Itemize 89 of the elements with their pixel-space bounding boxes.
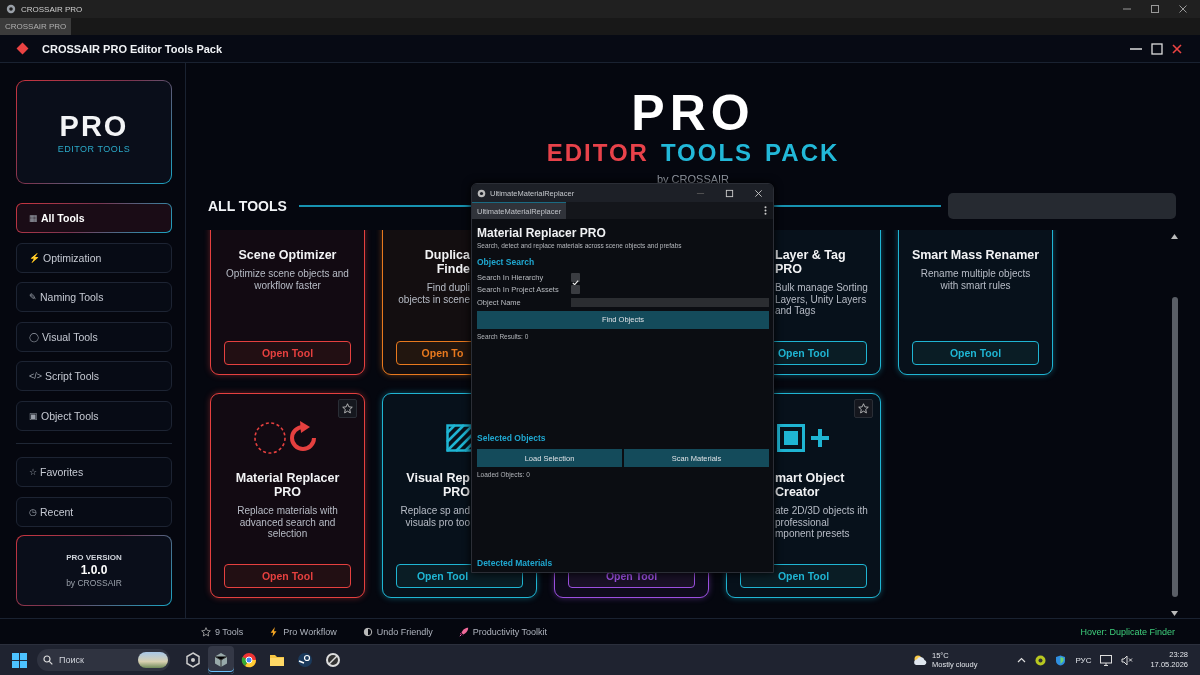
hover-status: Hover: Duplicate Finder [1080,626,1175,637]
favorite-button[interactable] [338,399,357,418]
open-tool-button[interactable]: Open Tool [224,341,351,365]
status-text: Pro Workflow [283,626,337,637]
checkbox[interactable] [571,285,580,295]
maximize-icon[interactable] [725,188,734,198]
app-icon [6,4,16,14]
tab[interactable]: CROSSAIR PRO [0,18,72,35]
close-icon[interactable] [1172,43,1182,54]
tool-description: Bulk manage Sorting Layers, Unity Layers and Tags [775,282,868,317]
cube-icon [213,652,229,668]
tool-title: Visual Rep PRO [405,471,470,499]
language-indicator[interactable]: РУС [1075,655,1092,665]
striped-square-icon [445,424,474,452]
scroll-up-icon[interactable] [1171,234,1178,239]
rocket-icon [458,626,469,637]
sidebar-item[interactable]: </> Script Tools [16,361,172,391]
tool-title: Duplica Finde [423,248,470,276]
status-text: Undo Friendly [376,626,433,637]
sidebar-item[interactable]: ⚡ Optimization [16,242,172,273]
sidebar-item[interactable]: ▣ Object Tools [16,400,172,431]
taskbar-app[interactable] [208,646,234,674]
tool-description: Replace sp and visuals pro too [399,505,470,528]
sidebar-item[interactable]: ▦ All Tools [16,203,172,233]
chevron-up-icon[interactable] [1017,657,1027,663]
input-field[interactable] [571,297,769,307]
sidebar-item[interactable]: ◷ Recent [16,496,172,527]
disc-icon [325,652,341,668]
folder-icon [269,652,285,668]
version-label: PRO VERSION [66,552,122,562]
hexagon-icon [185,652,201,668]
hero-subtitle-word: EDITOR [546,139,649,167]
favorite-button[interactable] [854,399,873,418]
star-icon [858,403,869,414]
muted-speaker-icon[interactable] [1121,654,1134,666]
app-icon [477,188,486,198]
star-icon [201,626,211,637]
open-tool-button[interactable]: Open Tool [912,341,1039,365]
steam-icon [297,652,313,668]
landscape-picture [138,652,168,668]
section-title: Object Search [477,257,536,267]
section-title: ALL TOOLS [208,198,287,214]
close-icon[interactable] [754,188,763,198]
browser-icon [241,652,257,668]
checkbox[interactable] [571,272,580,282]
scroll-down-icon[interactable] [1171,611,1178,616]
version-author: by CROSSAIR [66,577,122,588]
sidebar-item[interactable]: ◯ Visual Tools [16,321,172,352]
square-plus-icon [776,424,831,452]
search-field[interactable]: Поиск [37,649,170,671]
close-icon[interactable] [1178,4,1188,14]
version-number: 1.0.0 [80,562,108,577]
search-icon [43,655,53,665]
tool-description: Rename multiple objects with smart rules [919,268,1032,291]
scroll-thumb[interactable] [1171,297,1178,597]
window-title: CROSSAIR PRO [21,4,83,14]
hero-subtitle-word: TOOLS [660,139,754,167]
cloud-sun-icon [912,654,928,666]
maximize-icon[interactable] [1150,4,1160,14]
circle-icon[interactable] [1035,654,1047,666]
tool-title: Material Replacer PRO [234,471,341,499]
status-text: 9 Tools [215,626,244,637]
tool-description: Find dupli objects in scene [397,282,470,305]
diamond-icon [16,42,29,55]
monitor-icon[interactable] [1100,654,1113,666]
logo-subtitle: EDITOR TOOLS [57,144,131,154]
tool-title: Layer & Tag PRO [775,248,847,276]
tool-title: Smart Mass Renamer [911,248,1040,262]
tool-title: mart Object Creator [775,471,846,499]
tool-description: Replace materials with advanced search and selection [236,505,339,540]
half-circle-icon [362,626,373,637]
logo-title: PRO [59,110,129,142]
open-tool-button[interactable]: Open Tool [224,564,351,588]
windows-logo-icon[interactable] [12,652,27,668]
star-icon [342,403,353,414]
tool-description: Optimize scene objects and workflow faster [225,268,350,291]
status-text: Productivity Toolkit [472,626,548,637]
shield-icon[interactable] [1055,654,1067,666]
section-title: Selected Objects [477,433,547,443]
tool-title: Scene Optimizer [237,248,338,262]
more-icon[interactable] [764,206,767,215]
dialog-heading: Material Replacer PRO [477,226,607,240]
hero-subtitle-word: PACK [765,139,840,167]
sidebar-item[interactable]: ✎ Naming Tools [16,282,172,312]
hero-title: PRO [631,85,755,141]
search-field[interactable] [948,193,1176,219]
tool-description: ate 2D/3D objects ith professional mponent presets [775,505,868,540]
app-title: CROSSAIR PRO Editor Tools Pack [42,42,223,55]
sidebar-item[interactable]: ☆ Favorites [16,457,172,487]
